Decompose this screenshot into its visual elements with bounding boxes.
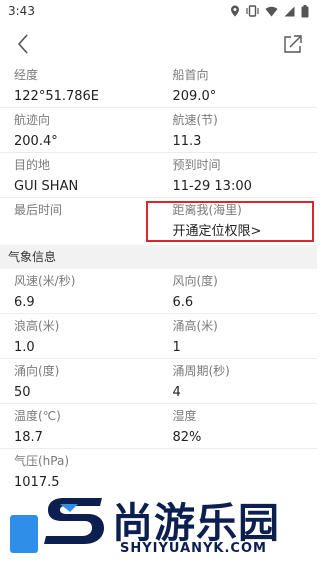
chevron-left-icon bbox=[17, 34, 28, 54]
info-value: 200.4° bbox=[14, 134, 58, 149]
info-label: 经度 bbox=[14, 68, 39, 82]
weather-label: 风向(度) bbox=[172, 274, 218, 288]
top-nav-bar bbox=[0, 22, 317, 66]
weather-row: 风速(米/秒) 6.9 风向(度) 6.6 bbox=[0, 269, 317, 314]
info-cell-longitude: 经度 122°51.786E bbox=[0, 63, 159, 107]
info-row: 经度 122°51.786E 船首向 209.0° bbox=[0, 63, 317, 108]
info-value: 209.0° bbox=[172, 89, 217, 104]
weather-row: 浪高(米) 1.0 涌高(米) 1 bbox=[0, 314, 317, 359]
back-button[interactable] bbox=[12, 32, 36, 56]
weather-value: 6.6 bbox=[172, 295, 194, 310]
share-icon bbox=[284, 35, 302, 53]
info-value: 11-29 13:00 bbox=[172, 179, 252, 194]
status-bar: 3:43 bbox=[0, 0, 317, 22]
weather-row: 涌向(度) 50 涌周期(秒) 4 bbox=[0, 359, 317, 404]
weather-grid: 风速(米/秒) 6.9 风向(度) 6.6 浪高(米) 1.0 涌高(米) 1 … bbox=[0, 269, 317, 494]
info-label: 最后时间 bbox=[14, 203, 63, 217]
weather-row: 气压(hPa) 1017.5 bbox=[0, 449, 317, 494]
info-label: 航迹向 bbox=[14, 113, 51, 127]
weather-section-header: 气象信息 bbox=[0, 245, 317, 269]
info-value: GUI SHAN bbox=[14, 179, 79, 194]
weather-label: 温度(℃) bbox=[14, 409, 61, 423]
highlight-box bbox=[146, 201, 314, 242]
weather-label: 涌周期(秒) bbox=[172, 364, 230, 378]
weather-label: 涌向(度) bbox=[14, 364, 60, 378]
weather-label: 气压(hPa) bbox=[14, 454, 70, 468]
weather-cell-humidity: 湿度 82% bbox=[159, 404, 318, 448]
weather-cell-temperature: 温度(℃) 18.7 bbox=[0, 404, 159, 448]
weather-label: 浪高(米) bbox=[14, 319, 60, 333]
signal-icon bbox=[284, 6, 295, 16]
info-label: 船首向 bbox=[172, 68, 209, 82]
weather-cell-swell-height: 涌高(米) 1 bbox=[159, 314, 318, 358]
info-value: 122°51.786E bbox=[14, 89, 100, 104]
info-label: 预到时间 bbox=[172, 158, 221, 172]
weather-cell-wind-direction: 风向(度) 6.6 bbox=[159, 269, 318, 313]
info-row: 航迹向 200.4° 航速(节) 11.3 bbox=[0, 108, 317, 153]
watermark-blue-block bbox=[10, 515, 38, 553]
status-icons bbox=[230, 4, 309, 18]
weather-value: 1 bbox=[172, 340, 181, 355]
info-row: 目的地 GUI SHAN 预到时间 11-29 13:00 bbox=[0, 153, 317, 198]
info-cell-destination: 目的地 GUI SHAN bbox=[0, 153, 159, 197]
watermark-title: 尚游乐园 bbox=[112, 499, 280, 547]
info-cell-speed: 航速(节) 11.3 bbox=[159, 108, 318, 152]
weather-value: 18.7 bbox=[14, 430, 43, 445]
weather-cell-swell-direction: 涌向(度) 50 bbox=[0, 359, 159, 403]
vibrate-icon bbox=[246, 5, 259, 17]
info-cell-heading: 船首向 209.0° bbox=[159, 63, 318, 107]
battery-icon bbox=[301, 4, 309, 17]
weather-cell-pressure: 气压(hPa) 1017.5 bbox=[0, 449, 159, 494]
weather-value: 6.9 bbox=[14, 295, 35, 310]
info-value bbox=[14, 217, 159, 224]
weather-value: 1.0 bbox=[14, 340, 35, 355]
info-value: 11.3 bbox=[172, 134, 202, 149]
weather-label: 风速(米/秒) bbox=[14, 274, 76, 288]
status-time: 3:43 bbox=[8, 4, 35, 18]
weather-value: 1017.5 bbox=[14, 475, 60, 490]
weather-cell-wave-height: 浪高(米) 1.0 bbox=[0, 314, 159, 358]
weather-value: 4 bbox=[172, 385, 181, 400]
weather-row: 温度(℃) 18.7 湿度 82% bbox=[0, 404, 317, 449]
watermark-logo-icon bbox=[44, 498, 104, 544]
wifi-icon bbox=[265, 6, 278, 16]
location-icon bbox=[231, 5, 239, 17]
weather-cell-swell-period: 涌周期(秒) 4 bbox=[159, 359, 318, 403]
info-cell-last-time: 最后时间 bbox=[0, 198, 159, 243]
weather-value: 82% bbox=[172, 430, 202, 445]
weather-label: 涌高(米) bbox=[172, 319, 218, 333]
info-cell-eta: 预到时间 11-29 13:00 bbox=[159, 153, 318, 197]
weather-cell-wind-speed: 风速(米/秒) 6.9 bbox=[0, 269, 159, 313]
share-button[interactable] bbox=[281, 32, 305, 56]
watermark-subtitle: SHYIYUANYK.COM bbox=[120, 541, 267, 556]
weather-value: 50 bbox=[14, 385, 31, 400]
info-cell-course: 航迹向 200.4° bbox=[0, 108, 159, 152]
info-label: 目的地 bbox=[14, 158, 51, 172]
weather-label: 湿度 bbox=[172, 409, 197, 423]
info-label: 航速(节) bbox=[172, 113, 218, 127]
